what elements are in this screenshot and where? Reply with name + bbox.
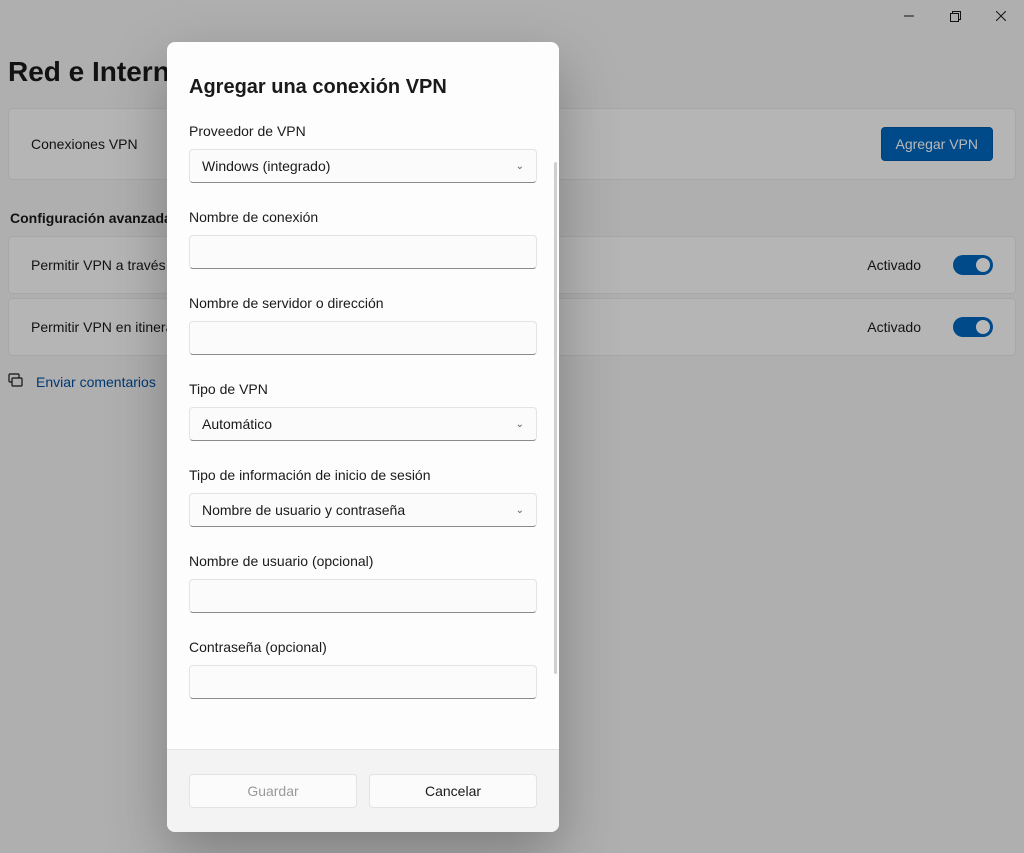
field-signin-type: Tipo de información de inicio de sesión … xyxy=(189,467,537,527)
signin-type-value: Nombre de usuario y contraseña xyxy=(202,502,405,518)
vpn-type-select[interactable]: Automático ⌄ xyxy=(189,407,537,441)
server-input[interactable] xyxy=(189,321,537,355)
field-provider: Proveedor de VPN Windows (integrado) ⌄ xyxy=(189,123,537,183)
vpn-type-value: Automático xyxy=(202,416,272,432)
provider-select[interactable]: Windows (integrado) ⌄ xyxy=(189,149,537,183)
field-password: Contraseña (opcional) xyxy=(189,639,537,699)
provider-value: Windows (integrado) xyxy=(202,158,330,174)
field-vpn-type: Tipo de VPN Automático ⌄ xyxy=(189,381,537,441)
chevron-down-icon: ⌄ xyxy=(516,419,524,430)
dialog-footer: Guardar Cancelar xyxy=(167,749,559,832)
signin-type-select[interactable]: Nombre de usuario y contraseña ⌄ xyxy=(189,493,537,527)
scrollbar[interactable] xyxy=(554,162,557,674)
field-username: Nombre de usuario (opcional) xyxy=(189,553,537,613)
add-vpn-dialog: Agregar una conexión VPN Proveedor de VP… xyxy=(167,42,559,832)
password-label: Contraseña (opcional) xyxy=(189,639,537,655)
password-input[interactable] xyxy=(189,665,537,699)
chevron-down-icon: ⌄ xyxy=(516,505,524,516)
connection-name-label: Nombre de conexión xyxy=(189,209,537,225)
server-label: Nombre de servidor o dirección xyxy=(189,295,537,311)
username-input[interactable] xyxy=(189,579,537,613)
username-label: Nombre de usuario (opcional) xyxy=(189,553,537,569)
connection-name-input[interactable] xyxy=(189,235,537,269)
chevron-down-icon: ⌄ xyxy=(516,161,524,172)
dialog-title: Agregar una conexión VPN xyxy=(189,76,537,99)
provider-label: Proveedor de VPN xyxy=(189,123,537,139)
cancel-button[interactable]: Cancelar xyxy=(369,774,537,808)
field-server: Nombre de servidor o dirección xyxy=(189,295,537,355)
field-connection-name: Nombre de conexión xyxy=(189,209,537,269)
save-button[interactable]: Guardar xyxy=(189,774,357,808)
dialog-body: Agregar una conexión VPN Proveedor de VP… xyxy=(167,42,559,749)
vpn-type-label: Tipo de VPN xyxy=(189,381,537,397)
signin-type-label: Tipo de información de inicio de sesión xyxy=(189,467,537,483)
